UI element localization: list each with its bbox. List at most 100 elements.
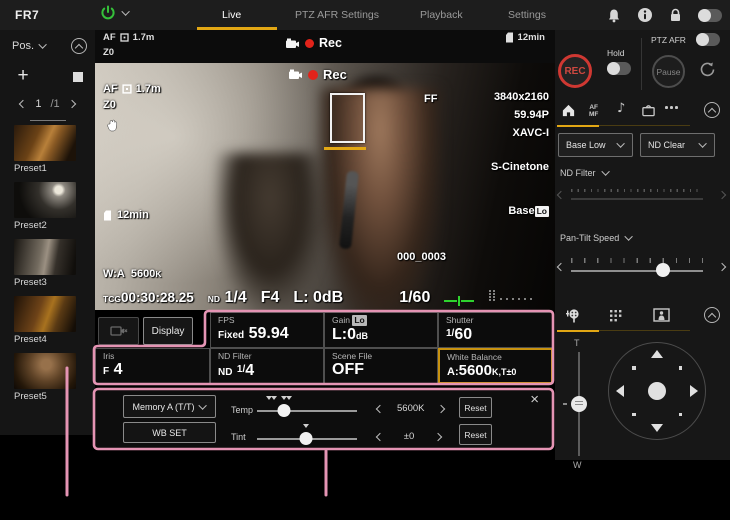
panel-collapse-button[interactable] [704, 307, 720, 323]
pan-left-button[interactable] [616, 385, 624, 397]
tilt-down-button[interactable] [651, 424, 663, 432]
pan-tilt-speed-slider[interactable] [555, 258, 730, 280]
nd-increase-button[interactable] [718, 191, 726, 199]
nd-filter-cell[interactable]: ND Filter ND 1/4 [210, 348, 324, 384]
speed-increase-button[interactable] [718, 263, 726, 271]
pan-tilt-pad[interactable] [608, 342, 706, 440]
pan-tilt-speed-header[interactable]: Pan-Tilt Speed [560, 233, 633, 243]
tint-decrease-button[interactable] [376, 432, 384, 440]
wide-label: W [573, 460, 582, 470]
rec-button[interactable]: REC [558, 54, 592, 88]
tilt-up-button[interactable] [651, 350, 663, 358]
pause-button[interactable]: Pause [652, 55, 685, 88]
tab-settings[interactable]: Settings [508, 9, 546, 21]
temp-label: Temp [231, 405, 253, 415]
temp-reset-button[interactable]: Reset [459, 397, 492, 418]
info-icon[interactable] [637, 7, 653, 23]
strip-focus-distance: 1.7m [133, 32, 155, 43]
zoom-slider-center-tick [563, 403, 567, 405]
tint-increase-button[interactable] [434, 432, 442, 440]
panel-collapse-button[interactable] [704, 102, 720, 118]
pan-tilt-home-button[interactable] [648, 382, 666, 400]
camera-image-off-button[interactable] [98, 317, 139, 345]
preset-item-1[interactable]: Preset1 [14, 125, 78, 174]
tab-playback[interactable]: Playback [420, 9, 463, 21]
rec-button-label: REC [564, 66, 585, 77]
gain-cell[interactable]: Gain Lo L:0dB [324, 312, 438, 348]
display-button[interactable]: Display [143, 317, 193, 345]
gain-base-badge: Lo [352, 315, 366, 326]
nd-decrease-button[interactable] [557, 191, 565, 199]
tint-label: Tint [231, 432, 246, 442]
tab-focus[interactable]: AFMF [589, 105, 598, 118]
temp-decrease-button[interactable] [376, 404, 384, 412]
wb-set-button[interactable]: WB SET [123, 422, 216, 443]
tint-slider-thumb[interactable] [300, 432, 313, 445]
restart-icon[interactable] [699, 61, 716, 78]
stop-button[interactable] [73, 72, 83, 82]
nd-filter-section-header[interactable]: ND Filter [560, 168, 610, 178]
preset-mode-select[interactable]: Pos. [12, 40, 47, 52]
preset-item-5[interactable]: Preset5 [14, 353, 78, 402]
fps-cell[interactable]: FPS Fixed 59.94 [210, 312, 324, 348]
white-balance-cell[interactable]: White Balance A:5600K,T±0 [438, 348, 553, 384]
tab-live[interactable]: Live [222, 9, 241, 21]
home-icon [561, 103, 576, 118]
wb-panel-close-button[interactable]: × [530, 391, 539, 408]
shutter-cell[interactable]: Shutter 1/60 [438, 312, 553, 348]
tab-more[interactable] [665, 100, 678, 109]
preset-thumbnail[interactable] [14, 239, 76, 275]
scene-file-cell[interactable]: Scene File OFF [324, 348, 438, 384]
zoom-slider[interactable]: T W [569, 338, 589, 473]
wb-memory-value: Memory A (T/T) [132, 402, 194, 412]
power-button[interactable] [100, 5, 130, 21]
bell-icon[interactable] [607, 8, 621, 23]
iris-cell[interactable]: Iris F 4 [95, 348, 210, 384]
screen-lock-toggle[interactable] [698, 9, 722, 22]
preset-thumbnail[interactable] [14, 182, 76, 218]
chevron-up-icon [75, 43, 83, 51]
wb-suffix: K,T±0 [492, 367, 516, 377]
media-card-icon [505, 32, 514, 43]
page-next-button[interactable] [67, 100, 75, 108]
zoom-slider-thumb[interactable] [571, 396, 587, 412]
preset-item-2[interactable]: Preset2 [14, 182, 78, 231]
nd-preset-select[interactable]: ND Clear [640, 133, 715, 157]
page-prev-button[interactable] [19, 100, 27, 108]
ptz-afr-toggle[interactable] [696, 33, 720, 46]
chevron-down-icon [121, 7, 129, 15]
tab-media[interactable] [641, 103, 656, 117]
tab-preset-grid[interactable] [608, 308, 623, 323]
tab-ptz-afr-settings[interactable]: PTZ AFR Settings [295, 9, 379, 21]
chevron-down-icon [698, 139, 706, 147]
pan-right-button[interactable] [690, 385, 698, 397]
tint-slider[interactable] [257, 431, 357, 445]
tint-reset-button[interactable]: Reset [459, 424, 492, 445]
wb-memory-select[interactable]: Memory A (T/T) [123, 395, 216, 418]
video-monitor[interactable]: Rec AF 1.7m Z0 12min W:A 5600K TCG00:30:… [95, 63, 555, 310]
preset-item-4[interactable]: Preset4 [14, 296, 78, 345]
preset-thumbnail[interactable] [14, 125, 76, 161]
preset-item-3[interactable]: Preset3 [14, 239, 78, 288]
tab-framing[interactable] [653, 308, 670, 322]
tab-home[interactable] [561, 103, 576, 118]
temp-increase-button[interactable] [437, 404, 445, 412]
speed-slider-thumb[interactable] [656, 263, 670, 277]
temp-slider-track[interactable] [257, 410, 357, 412]
base-look-select[interactable]: Base Low [558, 133, 633, 157]
sidebar-collapse-button[interactable] [71, 38, 87, 54]
rec-hold-toggle[interactable] [607, 62, 631, 75]
shutter-label: Shutter [446, 315, 545, 325]
temp-slider[interactable] [257, 403, 357, 417]
preset-thumbnail[interactable] [14, 353, 76, 389]
speed-decrease-button[interactable] [557, 263, 565, 271]
tab-audio[interactable]: ♪ [617, 102, 625, 116]
temp-slider-thumb[interactable] [278, 404, 291, 417]
add-preset-button[interactable]: + [12, 66, 34, 88]
preset-thumbnail[interactable] [14, 296, 76, 332]
tab-joystick[interactable] [565, 308, 582, 324]
preset-label: Preset1 [14, 163, 78, 174]
main-area: AF 1.7m Z0 Rec 12min [95, 30, 555, 460]
preset-pager: 1 /1 [0, 98, 95, 110]
speed-slider-track[interactable] [571, 270, 703, 272]
